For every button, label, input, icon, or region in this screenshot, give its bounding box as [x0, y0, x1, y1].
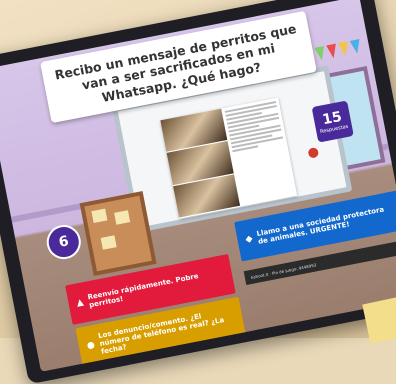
- game-screen: Recibo un mensaje de perritos que van a …: [0, 0, 396, 372]
- corkboard: [79, 191, 157, 276]
- countdown-timer: 6: [43, 222, 84, 263]
- circle-icon: ●: [86, 340, 96, 352]
- footer-text: kahoot.it · Pin de juego: 9448993: [250, 261, 317, 280]
- timer-value: 6: [57, 233, 71, 251]
- answers-counter: 15 Respuestas: [311, 100, 354, 143]
- triangle-icon: ▲: [75, 297, 85, 309]
- diamond-icon: ◆: [244, 234, 254, 246]
- answer-text: Llamo a una sociedad protectora de anima…: [255, 205, 385, 246]
